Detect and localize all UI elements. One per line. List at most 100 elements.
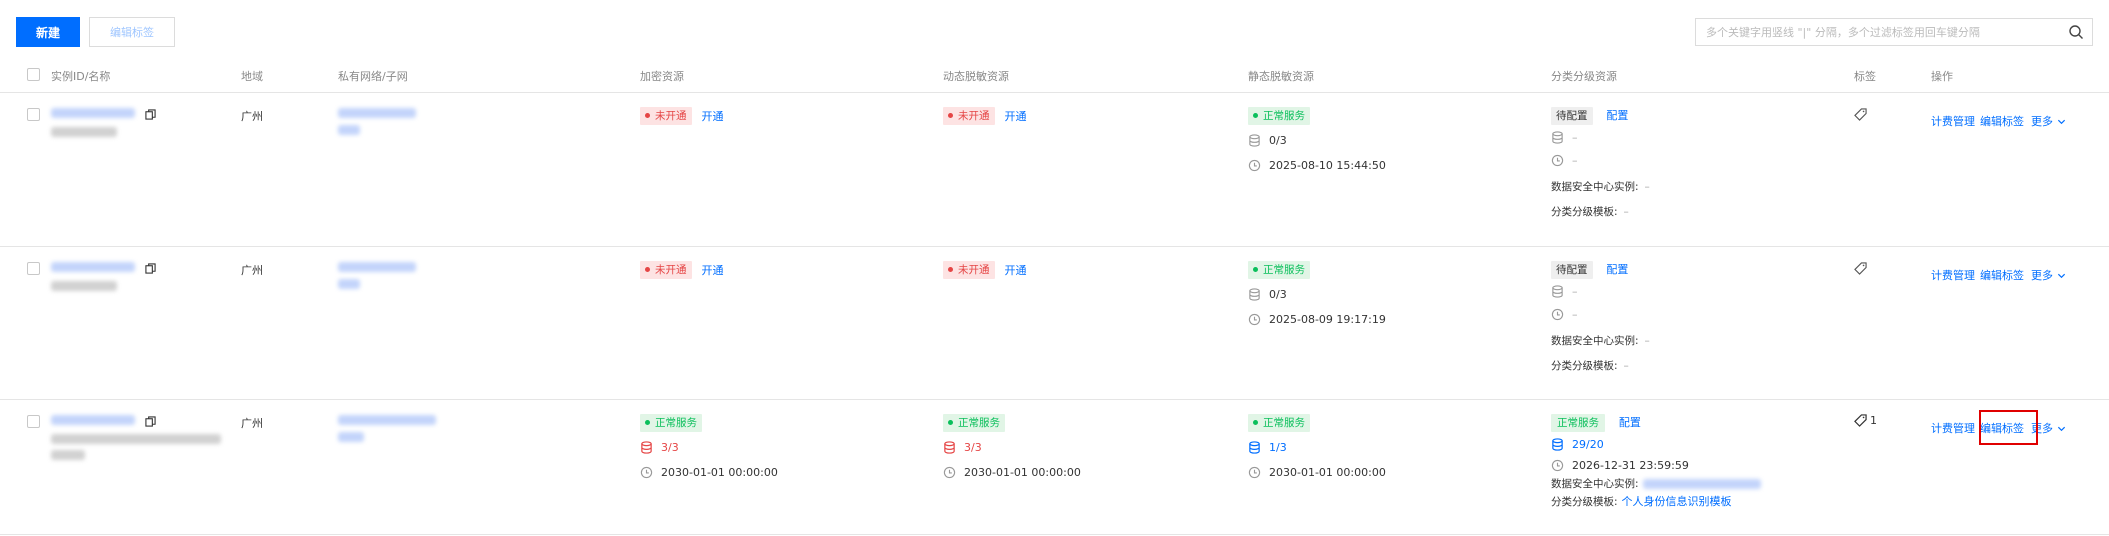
classify-config-link[interactable]: 配置 <box>1606 263 1628 276</box>
classify-status-badge: 待配置 <box>1551 261 1593 279</box>
classify-count: – <box>1572 285 1578 298</box>
edit-tags-link[interactable]: 编辑标签 <box>1980 113 2024 129</box>
toolbar: 新建 编辑标签 <box>16 17 2093 47</box>
encrypt-status-badge: 正常服务 <box>640 414 702 432</box>
billing-link[interactable]: 计费管理 <box>1931 113 1975 129</box>
billing-link[interactable]: 计费管理 <box>1931 420 1975 436</box>
database-icon <box>1552 131 1563 144</box>
edit-tags-button[interactable]: 编辑标签 <box>89 17 175 47</box>
static-status-badge: 正常服务 <box>1248 107 1310 125</box>
instance-id[interactable] <box>51 262 135 272</box>
billing-link[interactable]: 计费管理 <box>1931 267 1975 283</box>
clock-icon <box>1551 459 1564 472</box>
search-input[interactable] <box>1696 19 2056 45</box>
search-icon[interactable] <box>2068 24 2084 40</box>
dynamic-count: 3/3 <box>964 441 982 454</box>
instance-cell <box>51 261 156 294</box>
tag-icon[interactable] <box>1854 262 1867 275</box>
static-mask-cell: 正常服务 1/3 2030-01-01 00:00:00 <box>1248 414 1386 479</box>
more-dropdown[interactable]: 更多 <box>2031 267 2053 283</box>
dynamic-mask-cell: 未开通 开通 <box>943 261 1027 279</box>
instance-name <box>51 127 117 137</box>
template-label: 分类分级模板: <box>1551 495 1618 508</box>
vpc-link[interactable] <box>338 262 416 272</box>
dsc-instance-link[interactable] <box>1642 478 1761 489</box>
dynamic-mask-cell: 正常服务 3/3 2030-01-01 00:00:00 <box>943 414 1081 479</box>
row-checkbox[interactable] <box>27 415 40 428</box>
database-icon <box>944 441 955 454</box>
vpc-link[interactable] <box>338 415 436 425</box>
dynamic-status-badge: 正常服务 <box>943 414 1005 432</box>
edit-tags-link[interactable]: 编辑标签 <box>1980 267 2024 283</box>
static-mask-cell: 正常服务 0/3 2025-08-10 15:44:50 <box>1248 107 1386 172</box>
encrypt-open-link[interactable]: 开通 <box>702 262 724 278</box>
encrypt-open-link[interactable]: 开通 <box>702 108 724 124</box>
region-cell: 广州 <box>241 110 263 123</box>
highlight-box <box>1979 410 2038 445</box>
more-dropdown[interactable]: 更多 <box>2031 113 2053 129</box>
tag-icon[interactable] <box>1854 108 1867 121</box>
copy-icon[interactable] <box>145 263 156 274</box>
table-row: 广州 正常服务 3/3 2030-01-01 00:00:00 正常服务 3/3… <box>0 400 2109 535</box>
select-all-checkbox[interactable] <box>27 68 40 81</box>
clock-icon <box>1248 313 1261 326</box>
classify-time: – <box>1572 154 1578 167</box>
row-checkbox[interactable] <box>27 262 40 275</box>
instance-cell <box>51 414 221 463</box>
dynamic-open-link[interactable]: 开通 <box>1005 108 1027 124</box>
database-icon <box>641 441 652 454</box>
static-count: 0/3 <box>1269 288 1287 301</box>
clock-icon <box>640 466 653 479</box>
vpc-cell <box>338 107 416 138</box>
clock-icon <box>943 466 956 479</box>
classify-config-link[interactable]: 配置 <box>1619 416 1641 429</box>
vpc-cell <box>338 414 436 445</box>
col-vpc: 私有网络/子网 <box>338 70 408 83</box>
copy-icon[interactable] <box>145 416 156 427</box>
instance-id[interactable] <box>51 108 135 118</box>
classify-cell: 待配置 配置 – – 数据安全中心实例: – 分类分级模板: – <box>1551 107 1650 218</box>
new-button[interactable]: 新建 <box>16 17 80 47</box>
chevron-down-icon[interactable] <box>2057 271 2066 280</box>
col-instance: 实例ID/名称 <box>51 70 111 83</box>
col-actions: 操作 <box>1931 70 1953 83</box>
static-time: 2025-08-10 15:44:50 <box>1269 159 1386 172</box>
classify-cell: 正常服务 配置 29/20 2026-12-31 23:59:59 数据安全中心… <box>1551 414 1761 508</box>
col-tags: 标签 <box>1854 70 1876 83</box>
tag-cell: 1 <box>1854 414 1877 427</box>
vpc-cell <box>338 261 416 292</box>
static-status-badge: 正常服务 <box>1248 414 1310 432</box>
copy-icon[interactable] <box>145 109 156 120</box>
template-label: 分类分级模板: <box>1551 206 1618 218</box>
dynamic-open-link[interactable]: 开通 <box>1005 262 1027 278</box>
classify-time: – <box>1572 308 1578 321</box>
classify-time: 2026-12-31 23:59:59 <box>1572 459 1689 472</box>
classify-config-link[interactable]: 配置 <box>1606 109 1628 122</box>
tag-icon[interactable] <box>1854 414 1867 427</box>
row-checkbox[interactable] <box>27 108 40 121</box>
database-icon <box>1249 134 1260 147</box>
template-value: – <box>1623 205 1629 218</box>
subnet-link[interactable] <box>338 432 364 442</box>
chevron-down-icon[interactable] <box>2057 424 2066 433</box>
template-label: 分类分级模板: <box>1551 360 1618 372</box>
instance-name-cont <box>51 450 85 460</box>
col-dynamic-mask: 动态脱敏资源 <box>943 70 1009 83</box>
classify-count: 29/20 <box>1572 438 1604 451</box>
region-cell: 广州 <box>241 417 263 430</box>
table-row: 广州 未开通 开通 未开通 开通 正常服务 0/3 2025-08-10 15:… <box>0 93 2109 247</box>
template-value: – <box>1623 359 1629 372</box>
chevron-down-icon[interactable] <box>2057 117 2066 126</box>
encrypt-time: 2030-01-01 00:00:00 <box>661 466 778 479</box>
table-header: 实例ID/名称 地域 私有网络/子网 加密资源 动态脱敏资源 静态脱敏资源 分类… <box>0 57 2109 93</box>
col-region: 地域 <box>241 70 263 83</box>
instance-id[interactable] <box>51 415 135 425</box>
actions-cell: 计费管理 编辑标签 更多 <box>1931 113 2066 129</box>
static-count: 1/3 <box>1269 441 1287 454</box>
subnet-link[interactable] <box>338 125 360 135</box>
classify-status-badge: 待配置 <box>1551 107 1593 125</box>
vpc-link[interactable] <box>338 108 416 118</box>
subnet-link[interactable] <box>338 279 360 289</box>
encrypt-cell: 正常服务 3/3 2030-01-01 00:00:00 <box>640 414 778 479</box>
template-link[interactable]: 个人身份信息识别模板 <box>1622 493 1732 509</box>
